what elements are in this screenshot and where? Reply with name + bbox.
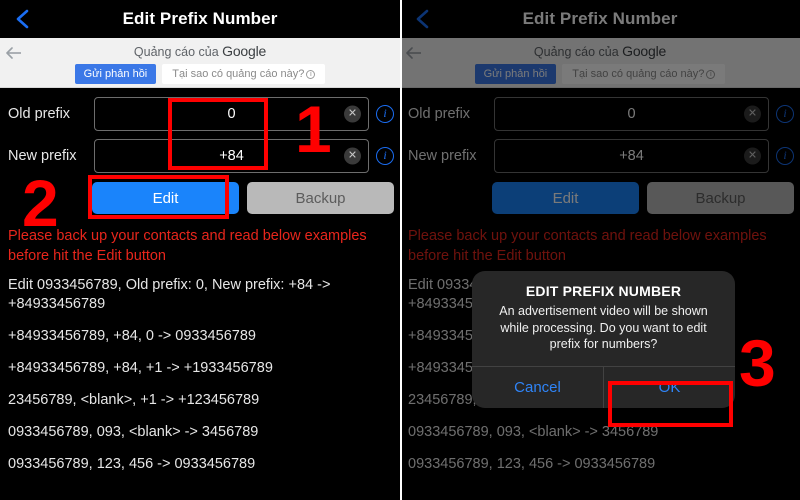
list-item: +84933456789, +84, 0 -> 0933456789 xyxy=(8,328,256,344)
edit-button[interactable]: Edit xyxy=(92,182,239,214)
info-small-icon: i xyxy=(306,70,316,79)
edit-prefix-dialog: EDIT PREFIX NUMBER An advertisement vide… xyxy=(472,271,735,408)
panel-divider xyxy=(400,0,402,500)
why-this-ad-label: Tại sao có quảng cáo này? xyxy=(172,68,305,80)
google-ad-bar: Quảng cáo của Google Gửi phản hồi Tại sa… xyxy=(0,38,400,88)
ad-attribution-text: Quảng cáo của xyxy=(133,45,223,59)
backup-button[interactable]: Backup xyxy=(247,182,394,214)
modal-scrim[interactable] xyxy=(400,0,800,500)
info-circle-icon[interactable]: i xyxy=(376,105,394,123)
google-wordmark: Google xyxy=(222,43,267,59)
ok-button[interactable]: OK xyxy=(604,367,735,408)
annotation-step-2: 2 xyxy=(22,166,59,240)
old-prefix-value: 0 xyxy=(227,106,236,122)
dialog-title: EDIT PREFIX NUMBER xyxy=(525,283,682,299)
navigation-bar: Edit Prefix Number xyxy=(0,0,400,38)
list-item: Edit 0933456789, Old prefix: 0, New pref… xyxy=(8,277,331,312)
left-phone-screen: Edit Prefix Number Quảng cáo của Google … xyxy=(0,0,400,500)
old-prefix-row: Old prefix 0 ✕ i xyxy=(0,96,400,132)
annotation-step-1: 1 xyxy=(295,92,332,166)
dialog-actions: Cancel OK xyxy=(472,365,735,408)
clear-circle-icon[interactable]: ✕ xyxy=(344,105,361,123)
action-button-row: Edit Backup xyxy=(0,180,400,214)
prefix-form: Old prefix 0 ✕ i New prefix +84 ✕ i Edit… xyxy=(0,88,400,214)
send-feedback-button[interactable]: Gửi phản hồi xyxy=(74,64,157,84)
backup-warning-text: Please back up your contacts and read be… xyxy=(8,228,367,264)
examples-list: Edit 0933456789, Old prefix: 0, New pref… xyxy=(0,266,400,474)
annotation-step-3: 3 xyxy=(739,326,776,400)
new-prefix-row: New prefix +84 ✕ i xyxy=(0,138,400,174)
right-phone-screen: Edit Prefix Number Quảng cáo của Google … xyxy=(400,0,800,500)
new-prefix-value: +84 xyxy=(219,148,244,164)
list-item: +84933456789, +84, +1 -> +1933456789 xyxy=(8,360,273,376)
dialog-message: An advertisement video will be shown whi… xyxy=(499,304,708,351)
page-title: Edit Prefix Number xyxy=(122,9,278,28)
info-circle-icon[interactable]: i xyxy=(376,147,394,165)
ad-button-row: Gửi phản hồi Tại sao có quảng cáo này?i xyxy=(0,64,400,84)
why-this-ad-button[interactable]: Tại sao có quảng cáo này?i xyxy=(162,64,326,84)
clear-circle-icon[interactable]: ✕ xyxy=(344,147,361,165)
list-item: 23456789, <blank>, +1 -> +123456789 xyxy=(8,392,260,408)
chevron-left-icon[interactable] xyxy=(14,8,32,30)
list-item: 0933456789, 093, <blank> -> 3456789 xyxy=(8,424,259,440)
old-prefix-label: Old prefix xyxy=(8,106,71,122)
cancel-button[interactable]: Cancel xyxy=(472,366,604,408)
screenshot-stage: Edit Prefix Number Quảng cáo của Google … xyxy=(0,0,800,500)
new-prefix-label: New prefix xyxy=(8,148,77,164)
ad-attribution: Quảng cáo của Google xyxy=(0,38,400,59)
list-item: 0933456789, 123, 456 -> 0933456789 xyxy=(8,456,256,472)
dialog-body: EDIT PREFIX NUMBER An advertisement vide… xyxy=(472,271,735,366)
arrow-left-icon[interactable] xyxy=(6,46,22,60)
